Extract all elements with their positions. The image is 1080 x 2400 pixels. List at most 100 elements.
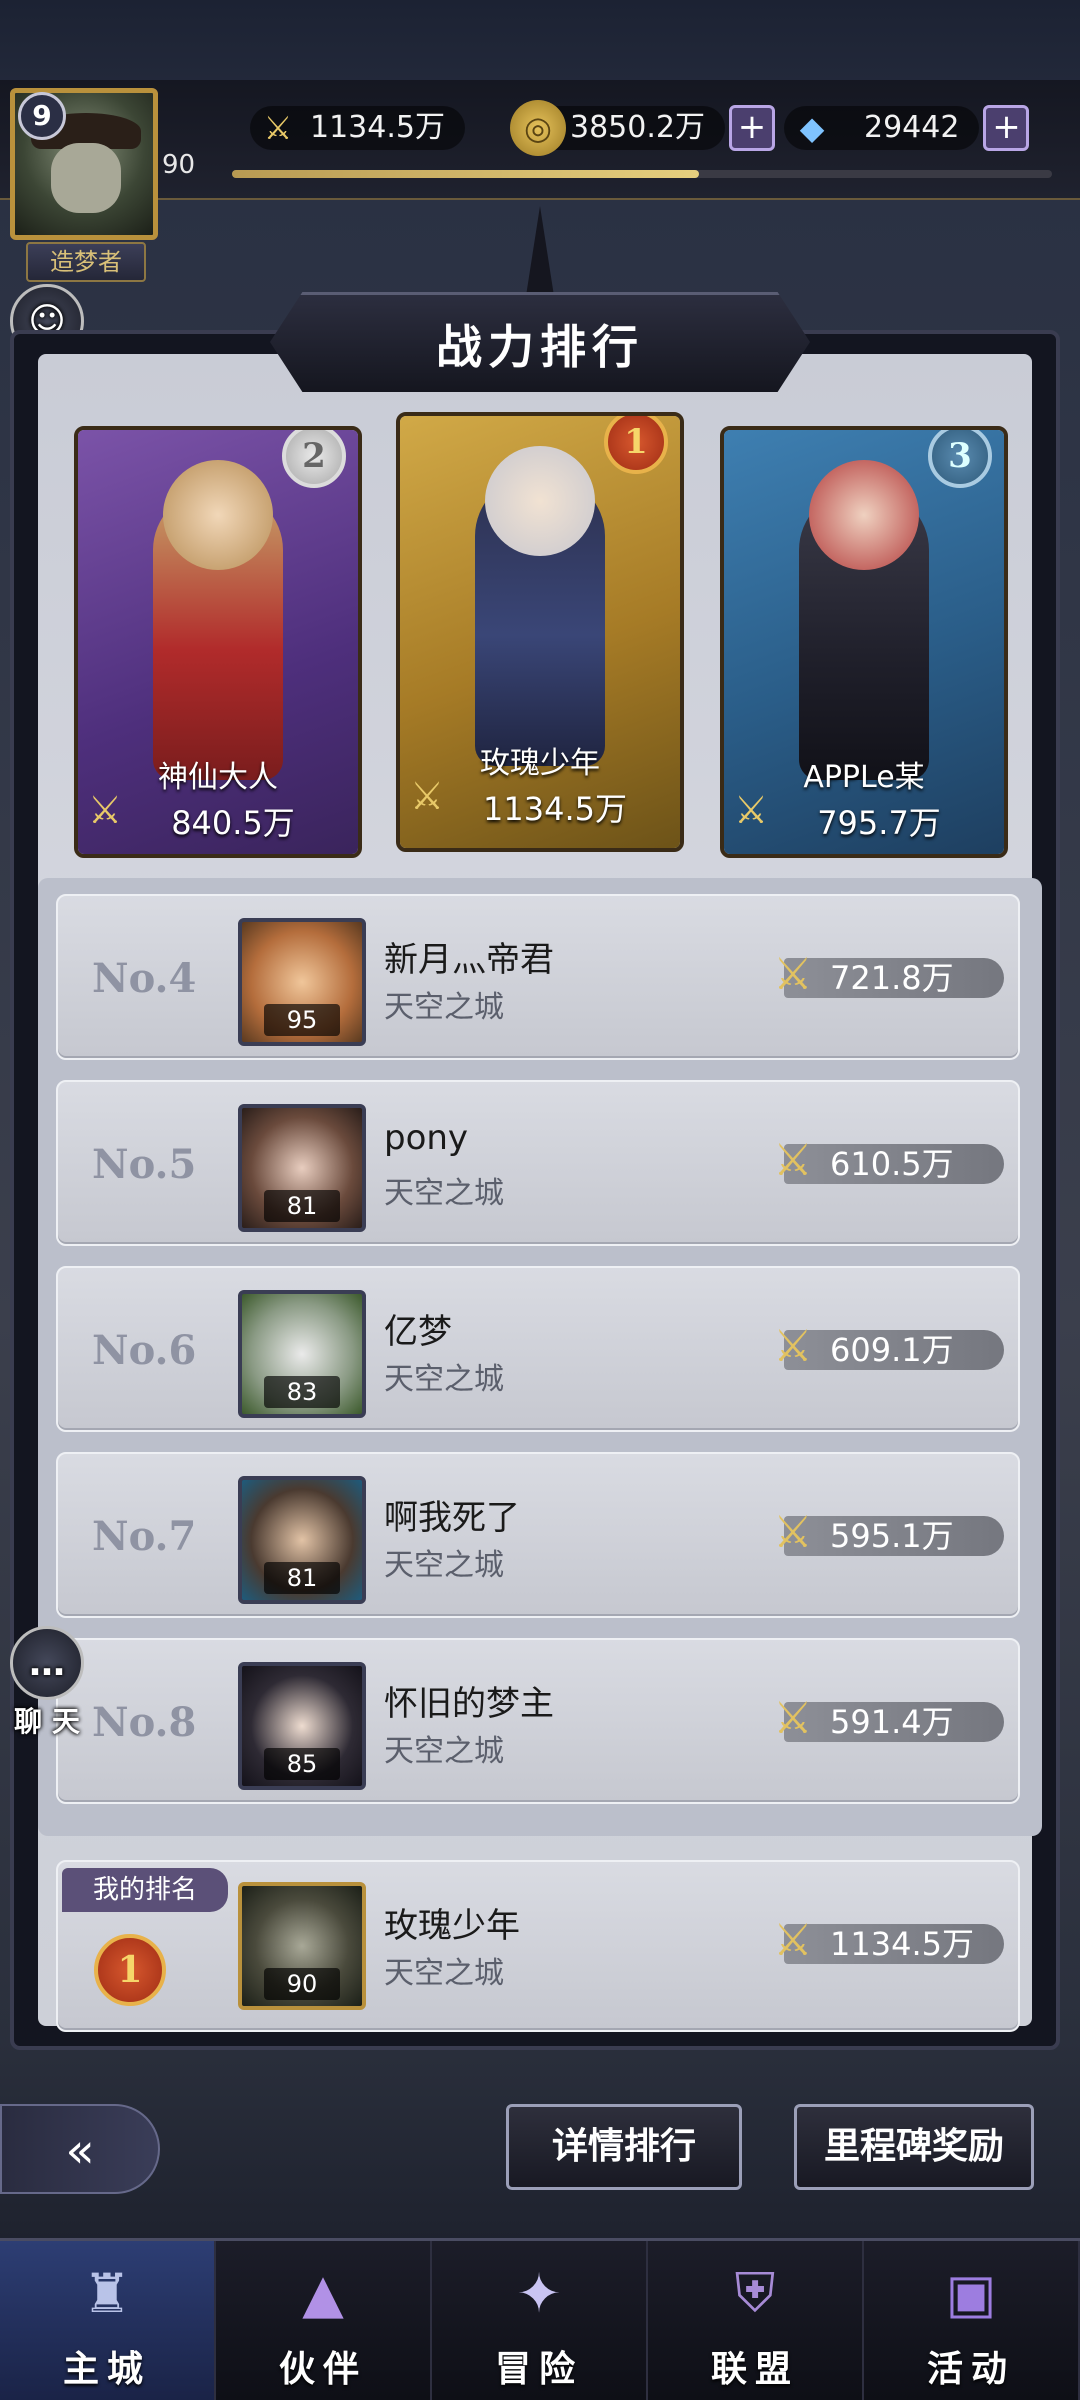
cards-icon: ▣ — [945, 2261, 997, 2325]
sword-power-icon: ⚔ — [773, 1693, 813, 1744]
list-row-6[interactable]: No.6 83 亿梦 天空之城 609.1万 ⚔ — [56, 1266, 1020, 1432]
player-name: 玫瑰少年 — [384, 1906, 520, 1946]
player-role-tag: 造梦者 — [26, 242, 146, 282]
nav-label: 活动 — [926, 2349, 1015, 2390]
top-player-name: 神仙大人 — [158, 760, 278, 795]
top-player-power: 1134.5万 — [483, 790, 627, 828]
silver-medal-icon: 2 — [282, 430, 346, 488]
guild-name: 天空之城 — [384, 990, 504, 1025]
row-rank: No.4 — [92, 955, 197, 1002]
player-exp-level: 90 — [162, 150, 196, 180]
nav-label: 主城 — [62, 2349, 151, 2390]
castle-icon: ♜ — [82, 2261, 132, 2325]
nav-alliance[interactable]: ⛨ 联盟 — [648, 2241, 864, 2400]
sword-power-icon: ⚔ — [773, 1135, 813, 1186]
hero-head — [485, 446, 595, 556]
nav-adventure[interactable]: ✦ 冒险 — [432, 2241, 648, 2400]
wizard-hat-icon: ▲ — [302, 2261, 344, 2325]
nav-label: 联盟 — [710, 2349, 799, 2390]
player-name: 啊我死了 — [384, 1498, 520, 1538]
guild-name: 天空之城 — [384, 1176, 504, 1211]
exp-progress-bar — [232, 170, 1052, 178]
player-level-badge: 9 — [18, 92, 66, 140]
avatar-level: 85 — [264, 1748, 340, 1780]
guild-name: 天空之城 — [384, 1734, 504, 1769]
list-row-4[interactable]: No.4 95 新月灬帝君 天空之城 721.8万 ⚔ — [56, 894, 1020, 1060]
gold-medal-icon: 1 — [94, 1934, 166, 2006]
player-avatar[interactable]: 95 — [238, 918, 366, 1046]
avatar-level: 95 — [264, 1004, 340, 1036]
list-row-8[interactable]: No.8 85 怀旧的梦主 天空之城 591.4万 ⚔ — [56, 1638, 1020, 1804]
top-card-rank-3[interactable]: 3 ⚔ APPLe某 795.7万 — [720, 426, 1008, 858]
list-row-7[interactable]: No.7 81 啊我死了 天空之城 595.1万 ⚔ — [56, 1452, 1020, 1618]
back-button[interactable]: « — [0, 2104, 160, 2194]
bronze-medal-icon: 3 — [928, 430, 992, 488]
avatar-face — [51, 143, 121, 213]
list-row-5[interactable]: No.5 81 pony 天空之城 610.5万 ⚔ — [56, 1080, 1020, 1246]
nav-main-city[interactable]: ♜ 主城 — [0, 2241, 216, 2400]
top-player-power: 840.5万 — [171, 804, 295, 842]
avatar-level: 81 — [264, 1190, 340, 1222]
top-player-name: APPLe某 — [803, 760, 925, 795]
bottom-nav: ♜ 主城 ▲ 伙伴 ✦ 冒险 ⛨ 联盟 ▣ 活动 — [0, 2238, 1080, 2400]
diamond-icon: ◆ — [799, 109, 825, 147]
hero-head — [163, 460, 273, 570]
player-name: 亿梦 — [384, 1312, 452, 1352]
my-rank-tag: 我的排名 — [62, 1868, 228, 1912]
diamond-value: 29442 — [864, 110, 960, 145]
sword-power-icon: ⚔ — [773, 949, 813, 1000]
sword-power-icon: ⚔ — [773, 1507, 813, 1558]
my-rank-row[interactable]: 我的排名 1 90 玫瑰少年 天空之城 1134.5万 ⚔ — [56, 1860, 1020, 2032]
milestone-reward-button[interactable]: 里程碑奖励 — [794, 2104, 1034, 2190]
sword-power-icon: ⚔ — [263, 109, 293, 147]
gold-medal-icon: 1 — [604, 416, 668, 474]
nav-label: 冒险 — [494, 2349, 583, 2390]
nav-events[interactable]: ▣ 活动 — [864, 2241, 1080, 2400]
nav-partners[interactable]: ▲ 伙伴 — [216, 2241, 432, 2400]
gold-value: 3850.2万 — [570, 110, 705, 145]
player-name: 怀旧的梦主 — [384, 1684, 554, 1724]
chat-bubble-icon: … — [10, 1626, 84, 1700]
gold-coin-icon: ◎ — [510, 100, 566, 156]
nav-label: 伙伴 — [278, 2349, 367, 2390]
compass-star-icon: ✦ — [516, 2261, 562, 2325]
player-avatar[interactable]: 85 — [238, 1662, 366, 1790]
top-card-rank-2[interactable]: 2 ⚔ 神仙大人 840.5万 — [74, 426, 362, 858]
add-gold-button[interactable]: + — [728, 105, 775, 151]
guild-name: 天空之城 — [384, 1548, 504, 1583]
top-player-power: 795.7万 — [817, 804, 941, 842]
row-rank: No.8 — [92, 1699, 197, 1746]
chat-label: 聊 天 — [14, 1705, 80, 1738]
sword-power-icon: ⚔ — [773, 1915, 813, 1966]
add-diamond-button[interactable]: + — [983, 105, 1030, 151]
player-avatar[interactable]: 90 — [238, 1882, 366, 2010]
hero-head — [809, 460, 919, 570]
row-rank: No.6 — [92, 1327, 197, 1374]
player-name: pony — [384, 1118, 469, 1158]
player-avatar[interactable]: 81 — [238, 1476, 366, 1604]
guild-name: 天空之城 — [384, 1956, 504, 1991]
panel-title: 战力排行 — [270, 292, 810, 392]
row-rank: No.5 — [92, 1141, 197, 1188]
back-arrow-icon: « — [65, 2123, 95, 2179]
player-avatar[interactable]: 83 — [238, 1290, 366, 1418]
sword-power-icon: ⚔ — [773, 1321, 813, 1372]
avatar-level: 83 — [264, 1376, 340, 1408]
chat-button[interactable]: … 聊 天 — [2, 1626, 92, 1740]
row-rank: No.7 — [92, 1513, 197, 1560]
avatar-level: 90 — [264, 1968, 340, 2000]
player-avatar[interactable]: 81 — [238, 1104, 366, 1232]
guild-name: 天空之城 — [384, 1362, 504, 1397]
top-card-rank-1[interactable]: 1 ⚔ 玫瑰少年 1134.5万 — [396, 412, 684, 852]
power-resource: ⚔ 1134.5万 — [250, 104, 465, 152]
player-name: 新月灬帝君 — [384, 940, 554, 980]
avatar-level: 81 — [264, 1562, 340, 1594]
power-value: 1134.5万 — [310, 110, 445, 145]
title-spire — [526, 206, 554, 296]
exp-progress-fill — [232, 170, 700, 178]
shield-icon: ⛨ — [734, 2261, 776, 2324]
detail-ranking-button[interactable]: 详情排行 — [506, 2104, 742, 2190]
diamond-resource: ◆ 29442 + — [784, 104, 1030, 152]
top-player-name: 玫瑰少年 — [480, 746, 600, 781]
gold-resource: ◎ 3850.2万 + — [510, 100, 775, 156]
